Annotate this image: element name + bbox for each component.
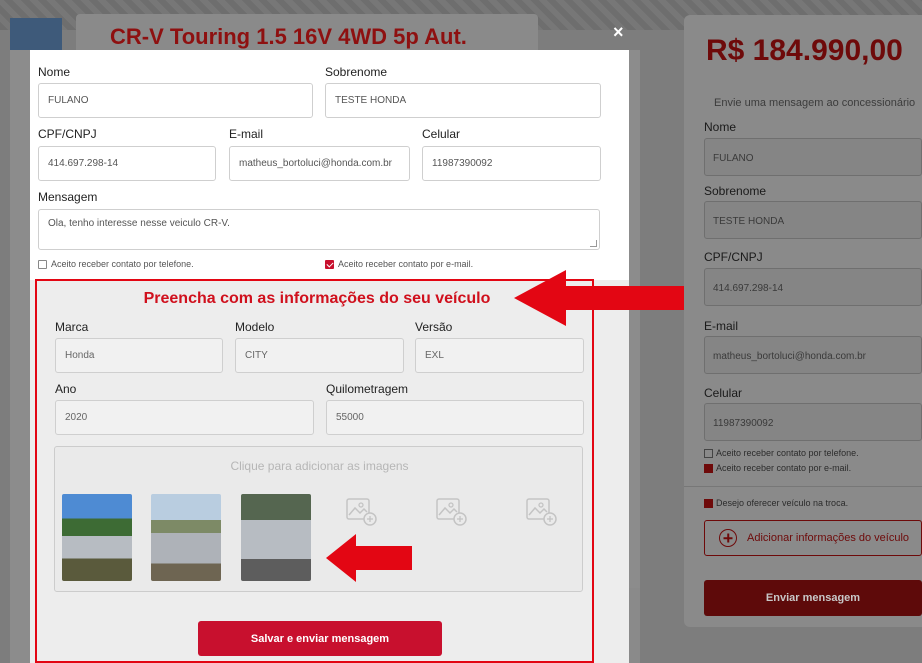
label-email: E-mail xyxy=(229,127,264,141)
checkbox-checked-icon xyxy=(704,463,713,473)
input-email[interactable]: matheus_bortoluci@honda.com.br xyxy=(229,146,410,181)
side-check-email-label: Aceito receber contato por e-mail. xyxy=(716,463,852,473)
checkbox-email-label: Aceito receber contato por e-mail. xyxy=(338,259,474,269)
input-cpf[interactable]: 414.697.298-14 xyxy=(38,146,216,181)
send-message-button[interactable]: Enviar mensagem xyxy=(704,580,922,616)
checkbox-phone[interactable]: Aceito receber contato por telefone. xyxy=(38,259,194,269)
side-check-trade[interactable]: Desejo oferecer veículo na troca. xyxy=(704,498,848,508)
side-divider xyxy=(684,486,922,487)
side-check-phone[interactable]: Aceito receber contato por telefone. xyxy=(704,448,859,458)
side-input-cpf[interactable]: 414.697.298-14 xyxy=(704,268,922,306)
input-sobrenome[interactable]: TESTE HONDA xyxy=(325,83,601,118)
plus-circle-icon xyxy=(719,529,737,547)
label-nome: Nome xyxy=(38,65,71,79)
checkbox-checked-icon xyxy=(325,259,334,269)
side-label-email: E-mail xyxy=(704,319,739,333)
annotation-arrow-icon xyxy=(514,270,684,326)
add-vehicle-info-label: Adicionar informações do veículo xyxy=(747,532,910,544)
side-check-trade-label: Desejo oferecer veículo na troca. xyxy=(716,498,849,508)
textarea-mensagem[interactable]: Ola, tenho interesse nesse veiculo CR-V. xyxy=(38,209,600,250)
input-nome[interactable]: FULANO xyxy=(38,83,313,118)
vehicle-title: CR-V Touring 1.5 16V 4WD 5p Aut. xyxy=(110,24,467,49)
side-label-cpf: CPF/CNPJ xyxy=(704,250,763,264)
checkbox-icon xyxy=(38,259,47,269)
side-input-celular[interactable]: 11987390092 xyxy=(704,403,922,441)
label-mensagem: Mensagem xyxy=(38,190,98,204)
side-input-email[interactable]: matheus_bortoluci@honda.com.br xyxy=(704,336,922,374)
close-icon[interactable]: × xyxy=(613,22,624,43)
annotation-arrow-icon xyxy=(326,534,412,582)
mensagem-text: Ola, tenho interesse nesse veiculo CR-V. xyxy=(48,218,230,229)
side-check-phone-label: Aceito receber contato por telefone. xyxy=(716,448,859,458)
label-cpf: CPF/CNPJ xyxy=(38,127,97,141)
annotation-highlight-frame xyxy=(35,279,594,663)
side-check-email[interactable]: Aceito receber contato por e-mail. xyxy=(704,463,851,473)
resize-handle-icon[interactable] xyxy=(590,240,597,247)
side-input-nome[interactable]: FULANO xyxy=(704,138,922,176)
side-label-nome: Nome xyxy=(704,120,737,134)
input-celular[interactable]: 11987390092 xyxy=(422,146,601,181)
checkbox-icon xyxy=(704,448,713,458)
add-vehicle-info-button[interactable]: Adicionar informações do veículo xyxy=(704,520,922,556)
side-label-sobrenome: Sobrenome xyxy=(704,184,767,198)
label-sobrenome: Sobrenome xyxy=(325,65,388,79)
side-panel-subtitle: Envie uma mensagem ao concessionário xyxy=(714,97,916,109)
checkbox-email[interactable]: Aceito receber contato por e-mail. xyxy=(325,259,473,269)
vehicle-price: R$ 184.990,00 xyxy=(706,34,903,67)
side-input-sobrenome[interactable]: TESTE HONDA xyxy=(704,201,922,239)
side-label-celular: Celular xyxy=(704,386,743,400)
label-celular: Celular xyxy=(422,127,461,141)
checkbox-checked-icon xyxy=(704,498,713,508)
checkbox-phone-label: Aceito receber contato por telefone. xyxy=(51,259,194,269)
